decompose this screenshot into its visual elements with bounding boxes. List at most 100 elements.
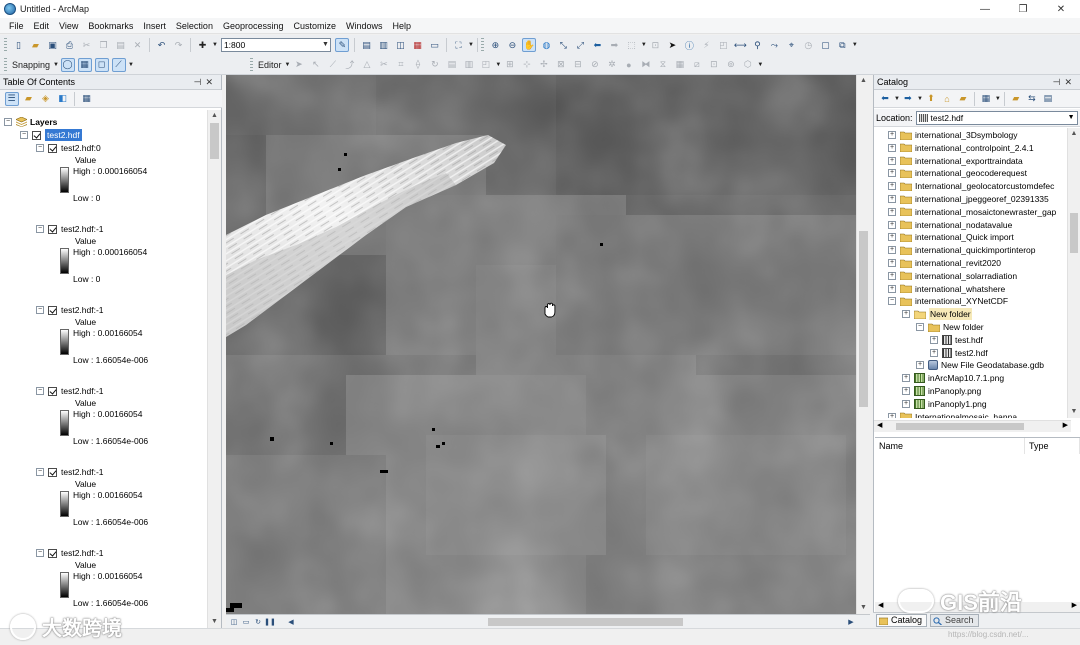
- collapse-icon[interactable]: −: [36, 387, 44, 395]
- chevron-down-icon[interactable]: ▼: [468, 42, 474, 48]
- catalog-tree-item[interactable]: + inPanoply.png: [902, 385, 981, 397]
- expand-icon[interactable]: +: [888, 259, 896, 267]
- layer-visibility-checkbox[interactable]: [48, 467, 57, 477]
- print-icon[interactable]: ⎙: [63, 38, 77, 52]
- scroll-left-icon[interactable]: ◀: [286, 617, 296, 627]
- expand-icon[interactable]: +: [930, 335, 938, 344]
- refresh-icon[interactable]: ↻: [253, 617, 263, 627]
- legend-color-ramp[interactable]: [60, 167, 69, 193]
- redo-icon[interactable]: ↷: [172, 38, 186, 52]
- catalog-tree-item[interactable]: + test2.hdf: [930, 347, 988, 359]
- catalog-tree-item[interactable]: + international_exporttraindata: [888, 155, 1023, 167]
- legend-color-ramp[interactable]: [60, 491, 69, 517]
- line-intersection-icon[interactable]: ⬡: [741, 58, 755, 72]
- pin-icon[interactable]: ⊣: [1053, 77, 1065, 87]
- toc-layer-row[interactable]: − test2.hdf:0: [36, 142, 101, 154]
- collapse-icon[interactable]: −: [4, 118, 12, 126]
- chevron-down-icon[interactable]: ▼: [757, 62, 763, 68]
- fix-topology-icon[interactable]: ✲: [605, 58, 619, 72]
- scroll-up-icon[interactable]: ▲: [857, 75, 870, 87]
- expand-icon[interactable]: −: [888, 297, 896, 306]
- catalog-horizontal-scrollbar[interactable]: ◀ ▶: [874, 420, 1071, 432]
- expand-icon[interactable]: +: [888, 195, 896, 203]
- editor-menu[interactable]: Editor: [256, 60, 284, 70]
- delete-icon[interactable]: ✕: [131, 38, 145, 52]
- collapse-icon[interactable]: −: [20, 131, 28, 139]
- name-column-header[interactable]: Name: [875, 438, 1025, 454]
- zoom-out-icon[interactable]: ⊖: [505, 38, 519, 52]
- layout-view-icon[interactable]: ▭: [241, 617, 251, 627]
- expand-icon[interactable]: +: [888, 207, 896, 216]
- collapse-icon[interactable]: −: [36, 225, 44, 233]
- catalog-tree-item[interactable]: + international_controlpoint_2.4.1: [888, 142, 1034, 154]
- pause-drawing-icon[interactable]: ❚❚: [264, 617, 276, 627]
- expand-icon[interactable]: +: [902, 399, 910, 408]
- catalog-tree-item[interactable]: + test.hdf: [930, 334, 983, 346]
- collapse-icon[interactable]: −: [36, 468, 44, 476]
- chevron-down-icon[interactable]: ▼: [284, 62, 290, 68]
- expand-icon[interactable]: +: [888, 169, 896, 178]
- pan-hand-icon[interactable]: ✋: [522, 38, 537, 52]
- pin-icon[interactable]: ⊣: [194, 77, 206, 87]
- scroll-up-icon[interactable]: ▲: [1068, 128, 1080, 140]
- toolbar-grip[interactable]: [4, 38, 7, 52]
- go-to-xy-icon[interactable]: ⌖: [784, 38, 798, 52]
- table-of-contents-window-icon[interactable]: ▤: [359, 38, 373, 52]
- python-window-icon[interactable]: ▭: [427, 38, 441, 52]
- minimize-button[interactable]: —: [966, 0, 1004, 18]
- select-elements-arrow-icon[interactable]: ➤: [665, 38, 679, 52]
- expand-icon[interactable]: +: [888, 284, 896, 293]
- close-button[interactable]: ✕: [1042, 0, 1080, 18]
- menu-file[interactable]: File: [4, 18, 29, 34]
- list-by-drawing-order-icon[interactable]: ☰: [4, 91, 19, 106]
- identify-icon[interactable]: ⓘ: [682, 38, 696, 52]
- menu-bookmarks[interactable]: Bookmarks: [83, 18, 138, 34]
- catalog-tree-item[interactable]: + New folder: [902, 308, 972, 321]
- snapping-menu[interactable]: Snapping: [10, 60, 52, 70]
- find-binoculars-icon[interactable]: ⚲: [750, 38, 764, 52]
- toc-layer-row[interactable]: − test2.hdf:-1: [36, 304, 104, 316]
- location-combo[interactable]: test2.hdf ▼: [915, 110, 1078, 125]
- connect-folder-icon[interactable]: ▰: [956, 92, 969, 105]
- catalog-tree-item[interactable]: + international_geocoderequest: [888, 167, 1027, 179]
- layer-visibility-checkbox[interactable]: [48, 305, 57, 315]
- catalog-tree-item[interactable]: + international_revit2020: [888, 257, 1001, 269]
- catalog-tree-item[interactable]: + New File Geodatabase.gdb: [916, 359, 1044, 371]
- layer-name[interactable]: test2.hdf:-1: [61, 223, 104, 235]
- catalog-tree-item[interactable]: + international_nodatavalue: [888, 219, 1012, 231]
- menu-view[interactable]: View: [54, 18, 83, 34]
- options-icon[interactable]: ▦: [80, 92, 94, 106]
- catalog-tree-item[interactable]: + international_whatshere: [888, 283, 1005, 295]
- select-features-icon[interactable]: ⬚: [624, 38, 638, 52]
- sketch-properties-icon[interactable]: ▥: [462, 58, 476, 72]
- menu-edit[interactable]: Edit: [29, 18, 55, 34]
- time-slider-icon[interactable]: ◷: [801, 38, 815, 52]
- scroll-down-icon[interactable]: ▼: [1068, 406, 1080, 418]
- layer-visibility-checkbox[interactable]: [48, 143, 57, 153]
- chevron-down-icon[interactable]: ▼: [641, 42, 647, 48]
- menu-customize[interactable]: Customize: [289, 18, 342, 34]
- measure-icon[interactable]: ⟷: [733, 38, 747, 52]
- copy-icon[interactable]: ❐: [97, 38, 111, 52]
- layer-name[interactable]: test2.hdf:-1: [61, 304, 104, 316]
- legend-color-ramp[interactable]: [60, 329, 69, 355]
- vertex-snapping-icon[interactable]: ◻: [94, 57, 109, 72]
- sphere-icon[interactable]: ●: [622, 58, 636, 72]
- scroll-right-icon[interactable]: ▶: [1063, 421, 1068, 429]
- next-extent-icon[interactable]: ➡: [607, 38, 621, 52]
- chevron-down-icon[interactable]: ▼: [128, 62, 134, 68]
- menu-insert[interactable]: Insert: [138, 18, 171, 34]
- fixed-zoom-in-icon[interactable]: ⤡: [556, 38, 570, 52]
- scroll-left-icon[interactable]: ◀: [877, 421, 882, 429]
- expand-icon[interactable]: +: [888, 182, 896, 191]
- save-icon[interactable]: ▣: [46, 38, 60, 52]
- catalog-tree-item[interactable]: + international_Quick import: [888, 231, 1014, 243]
- point-tool-icon[interactable]: △: [360, 58, 374, 72]
- search-window-icon[interactable]: ◫: [393, 38, 407, 52]
- cut-polygons-icon[interactable]: ⌗: [394, 58, 408, 72]
- view-grid-icon[interactable]: ▦: [979, 92, 992, 105]
- extend-icon[interactable]: ⊡: [707, 58, 721, 72]
- chevron-down-icon[interactable]: ▼: [917, 96, 923, 102]
- catalog-tree-item[interactable]: + inPanoply1.png: [902, 398, 987, 410]
- chevron-down-icon[interactable]: ▼: [322, 39, 329, 51]
